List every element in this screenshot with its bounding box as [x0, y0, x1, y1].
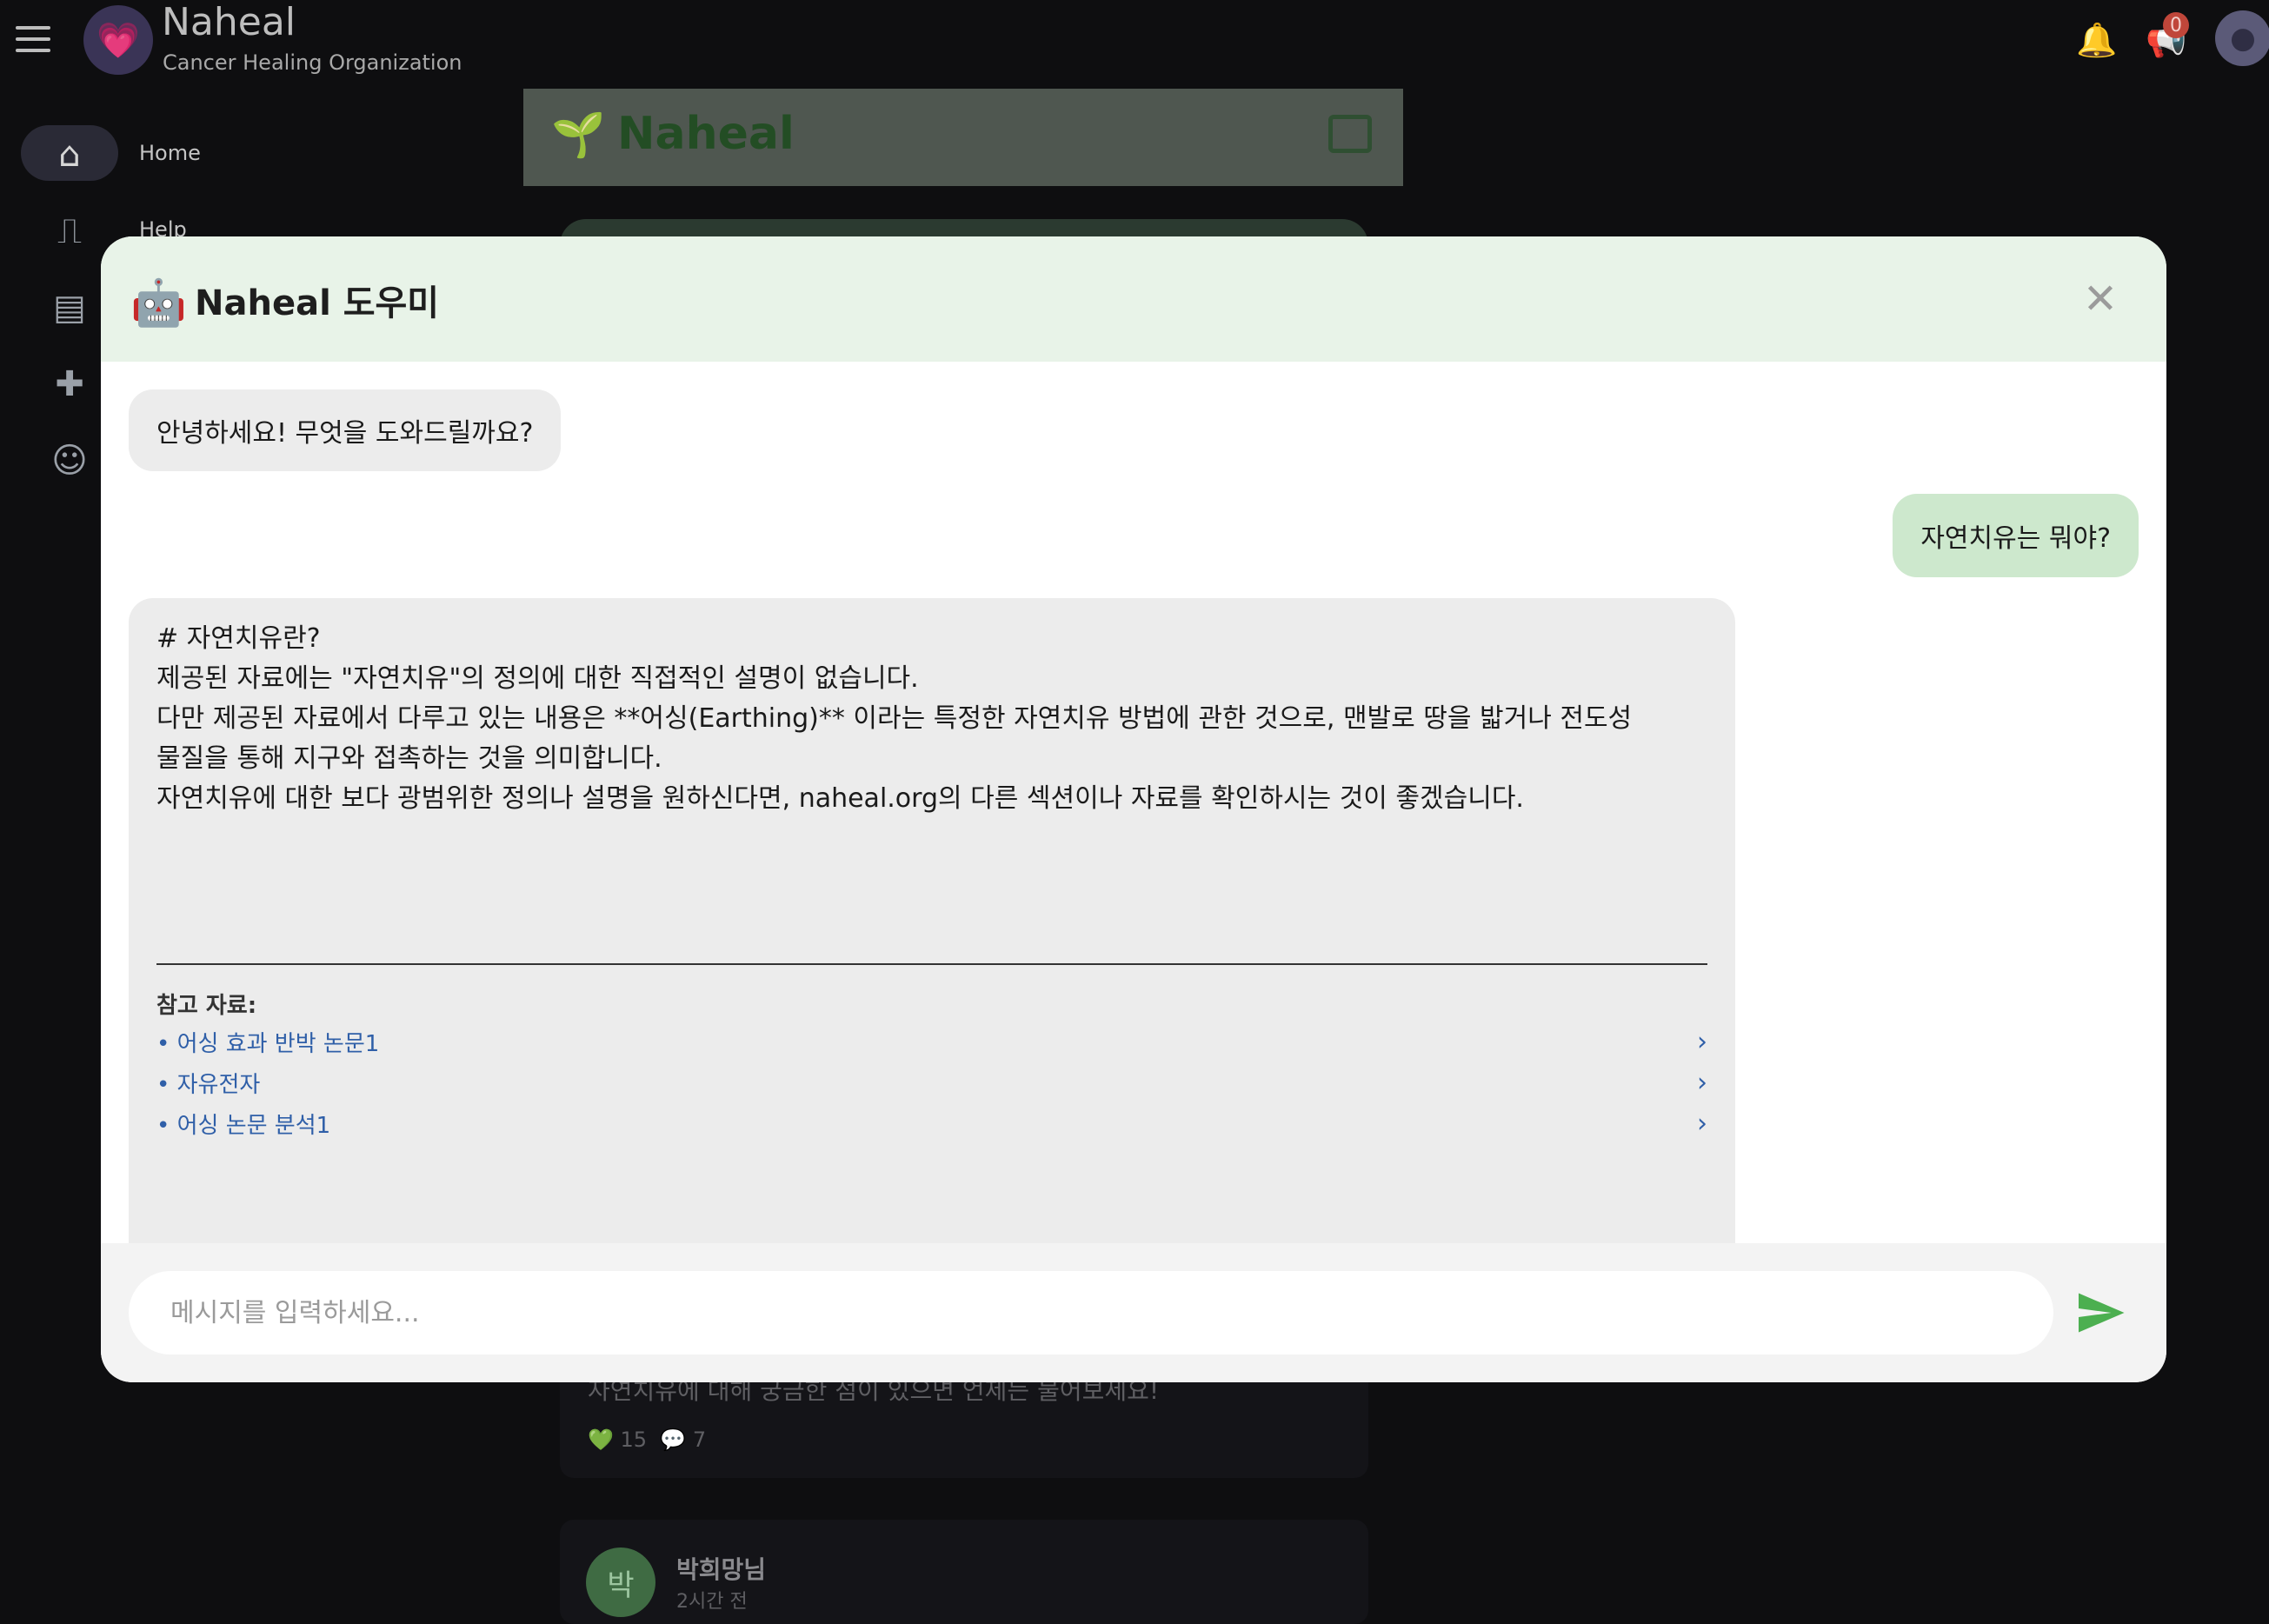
- reference-label: • 어싱 논문 분석1: [156, 1112, 331, 1139]
- sprout-icon: 🌱: [551, 110, 606, 160]
- chat-icon[interactable]: [1328, 115, 1372, 153]
- chevron-right-icon: ›: [1697, 1026, 1707, 1057]
- post-author: 박희망님: [676, 1555, 767, 1584]
- feed-title: Naheal: [617, 108, 795, 160]
- message-text: 안녕하세요! 무엇을 도와드릴까요?: [156, 418, 534, 449]
- bot-message: 안녕하세요! 무엇을 도와드릴까요?: [129, 389, 562, 471]
- sidebar-item-label: Home: [139, 141, 201, 165]
- reference-link[interactable]: • 어싱 논문 분석1 ›: [156, 1106, 1707, 1141]
- answer-line: 제공된 자료에는 "자연치유"의 정의에 대한 직접적인 설명이 없습니다.: [156, 663, 919, 694]
- user-message: 자연치유는 뭐야?: [1893, 494, 2139, 577]
- reference-link[interactable]: • 자유전자 ›: [156, 1065, 1707, 1100]
- notification-badge: 0: [2163, 12, 2189, 38]
- answer-line: 자연치유에 대한 보다 광범위한 정의나 설명을 원하신다면, naheal.o…: [156, 783, 1524, 814]
- account-avatar[interactable]: ●: [2215, 10, 2269, 66]
- home-icon: ⌂: [58, 135, 81, 175]
- divider: [156, 963, 1707, 965]
- store-icon[interactable]: ▤: [43, 282, 96, 334]
- app-logo: 💗: [83, 5, 153, 75]
- answer-line: # 자연치유란?: [156, 623, 321, 654]
- bandage-icon[interactable]: ✚: [43, 358, 96, 410]
- references-title: 참고 자료:: [156, 993, 257, 1019]
- person-icon[interactable]: ☺: [43, 435, 96, 487]
- post-stats: 💚 15 💬 7: [588, 1428, 706, 1452]
- close-button[interactable]: ✕: [2076, 275, 2125, 323]
- dialog-title: Naheal 도우미: [195, 283, 440, 323]
- chevron-right-icon: ›: [1697, 1108, 1707, 1139]
- bell-icon[interactable]: 🔔: [2074, 17, 2119, 63]
- answer-line: 물질을 통해 지구와 접촉하는 것을 의미합니다.: [156, 743, 662, 774]
- post-time: 2시간 전: [676, 1591, 748, 1613]
- app-subtitle: Cancer Healing Organization: [163, 50, 462, 75]
- close-icon: ✕: [2082, 275, 2119, 323]
- app-name: Naheal: [162, 0, 296, 44]
- like-count: 15: [620, 1428, 648, 1452]
- answer-text: # 자연치유란? 제공된 자료에는 "자연치유"의 정의에 대한 직접적인 설명…: [156, 619, 1713, 819]
- heartbeat-icon[interactable]: ⎍: [43, 205, 96, 257]
- robot-icon: 🤖: [130, 277, 187, 329]
- answer-line: 다만 제공된 자료에서 다루고 있는 내용은 **어싱(Earthing)** …: [156, 703, 1633, 734]
- message-text: 자연치유는 뭐야?: [1920, 523, 2111, 554]
- reference-link[interactable]: • 어싱 효과 반박 논문1 ›: [156, 1024, 1707, 1059]
- send-button[interactable]: [2074, 1287, 2126, 1339]
- send-icon: [2079, 1293, 2125, 1333]
- reference-label: • 어싱 효과 반박 논문1: [156, 1030, 380, 1057]
- menu-icon[interactable]: [16, 26, 50, 52]
- avatar: 박: [586, 1547, 655, 1617]
- message-input[interactable]: [129, 1271, 2053, 1354]
- comment-count: 7: [692, 1428, 707, 1452]
- chat-dialog: 🤖 Naheal 도우미 ✕ 안녕하세요! 무엇을 도와드릴까요? 자연치유는 …: [101, 236, 2166, 1382]
- reference-label: • 자유전자: [156, 1071, 261, 1098]
- chevron-right-icon: ›: [1697, 1067, 1707, 1098]
- comment-icon: 💬: [660, 1428, 687, 1452]
- heart-icon: 💚: [588, 1428, 614, 1452]
